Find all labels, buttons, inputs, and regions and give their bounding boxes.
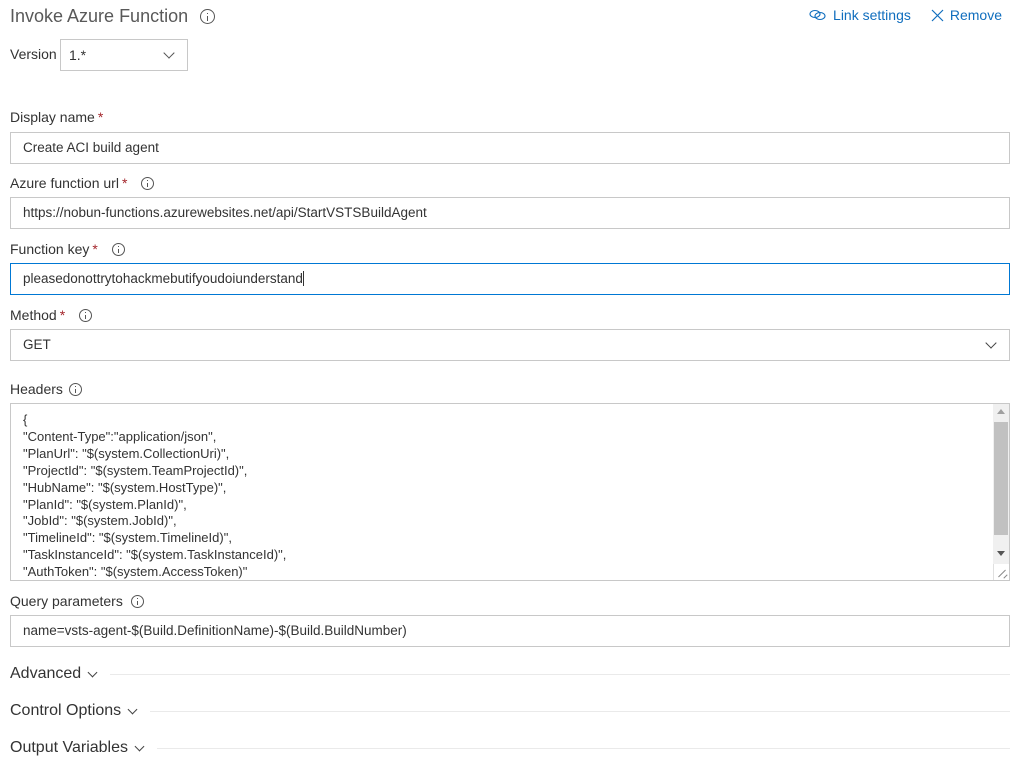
link-settings-button[interactable]: Link settings [809,7,911,23]
chevron-down-icon [134,741,145,751]
info-icon[interactable] [130,594,144,608]
display-name-input[interactable]: Create ACI build agent [10,132,1010,164]
info-icon[interactable] [141,176,155,190]
remove-label: Remove [949,7,1002,23]
version-label: Version [10,46,57,62]
method-label-text: Method [10,307,57,323]
headers-textarea[interactable]: { "Content-Type":"application/json", "Pl… [10,403,1010,581]
section-output-variables-label: Output Variables [10,739,128,756]
required-marker: * [92,241,98,257]
chevron-down-icon [163,47,175,59]
info-icon[interactable] [79,308,93,322]
display-name-label-text: Display name [10,109,95,125]
query-parameters-label: Query parameters [10,593,144,609]
query-parameters-value: name=vsts-agent-$(Build.DefinitionName)-… [23,623,407,638]
display-name-label: Display name * [10,109,103,125]
header-actions: Link settings Remove [809,7,1002,23]
function-url-value: https://nobun-functions.azurewebsites.ne… [23,205,427,220]
section-advanced-label: Advanced [10,665,82,682]
query-parameters-label-text: Query parameters [10,593,123,609]
section-divider [157,747,1010,749]
link-icon [809,9,826,21]
text-cursor [302,271,304,286]
required-marker: * [59,307,66,323]
method-selected: GET [23,337,51,352]
scroll-thumb[interactable] [994,422,1008,535]
info-icon[interactable] [200,9,216,24]
section-control-options[interactable]: Control Options [10,702,1010,720]
task-title: Invoke Azure Function [10,6,216,27]
section-control-options-label: Control Options [10,702,122,719]
method-label: Method * [10,307,93,323]
link-settings-label: Link settings [833,7,911,23]
chevron-down-icon [985,337,997,349]
required-marker: * [121,175,128,191]
section-advanced[interactable]: Advanced [10,665,1010,683]
close-icon [931,9,944,21]
function-url-label-text: Azure function url [10,175,119,191]
section-divider [110,673,1010,675]
version-dropdown[interactable]: 1.* [60,39,188,71]
function-url-label: Azure function url * [10,175,155,191]
scroll-up-icon[interactable] [997,409,1005,414]
version-selected: 1.* [69,47,87,63]
function-url-input[interactable]: https://nobun-functions.azurewebsites.ne… [10,197,1010,229]
headers-value: { "Content-Type":"application/json", "Pl… [23,412,287,580]
headers-scrollbar[interactable] [993,404,1009,580]
query-parameters-input[interactable]: name=vsts-agent-$(Build.DefinitionName)-… [10,615,1010,647]
info-icon[interactable] [111,242,125,256]
chevron-down-icon [87,667,98,677]
section-divider [150,710,1010,712]
display-name-value: Create ACI build agent [23,140,159,155]
headers-label-text: Headers [10,381,63,397]
function-key-input[interactable]: pleasedonottrytohackmebutifyoudoiunderst… [10,263,1010,295]
resize-handle-icon[interactable] [993,564,1009,580]
function-key-label-text: Function key [10,241,90,257]
scroll-down-icon[interactable] [997,551,1005,556]
method-dropdown[interactable]: GET [10,329,1010,361]
remove-button[interactable]: Remove [931,7,1002,23]
function-key-value: pleasedonottrytohackmebutifyoudoiunderst… [23,271,303,286]
task-title-text: Invoke Azure Function [10,6,189,26]
function-key-label: Function key * [10,241,125,257]
required-marker: * [97,109,104,125]
chevron-down-icon [127,704,138,714]
headers-label: Headers [10,381,82,397]
info-icon[interactable] [68,382,82,396]
section-output-variables[interactable]: Output Variables [10,739,1010,757]
